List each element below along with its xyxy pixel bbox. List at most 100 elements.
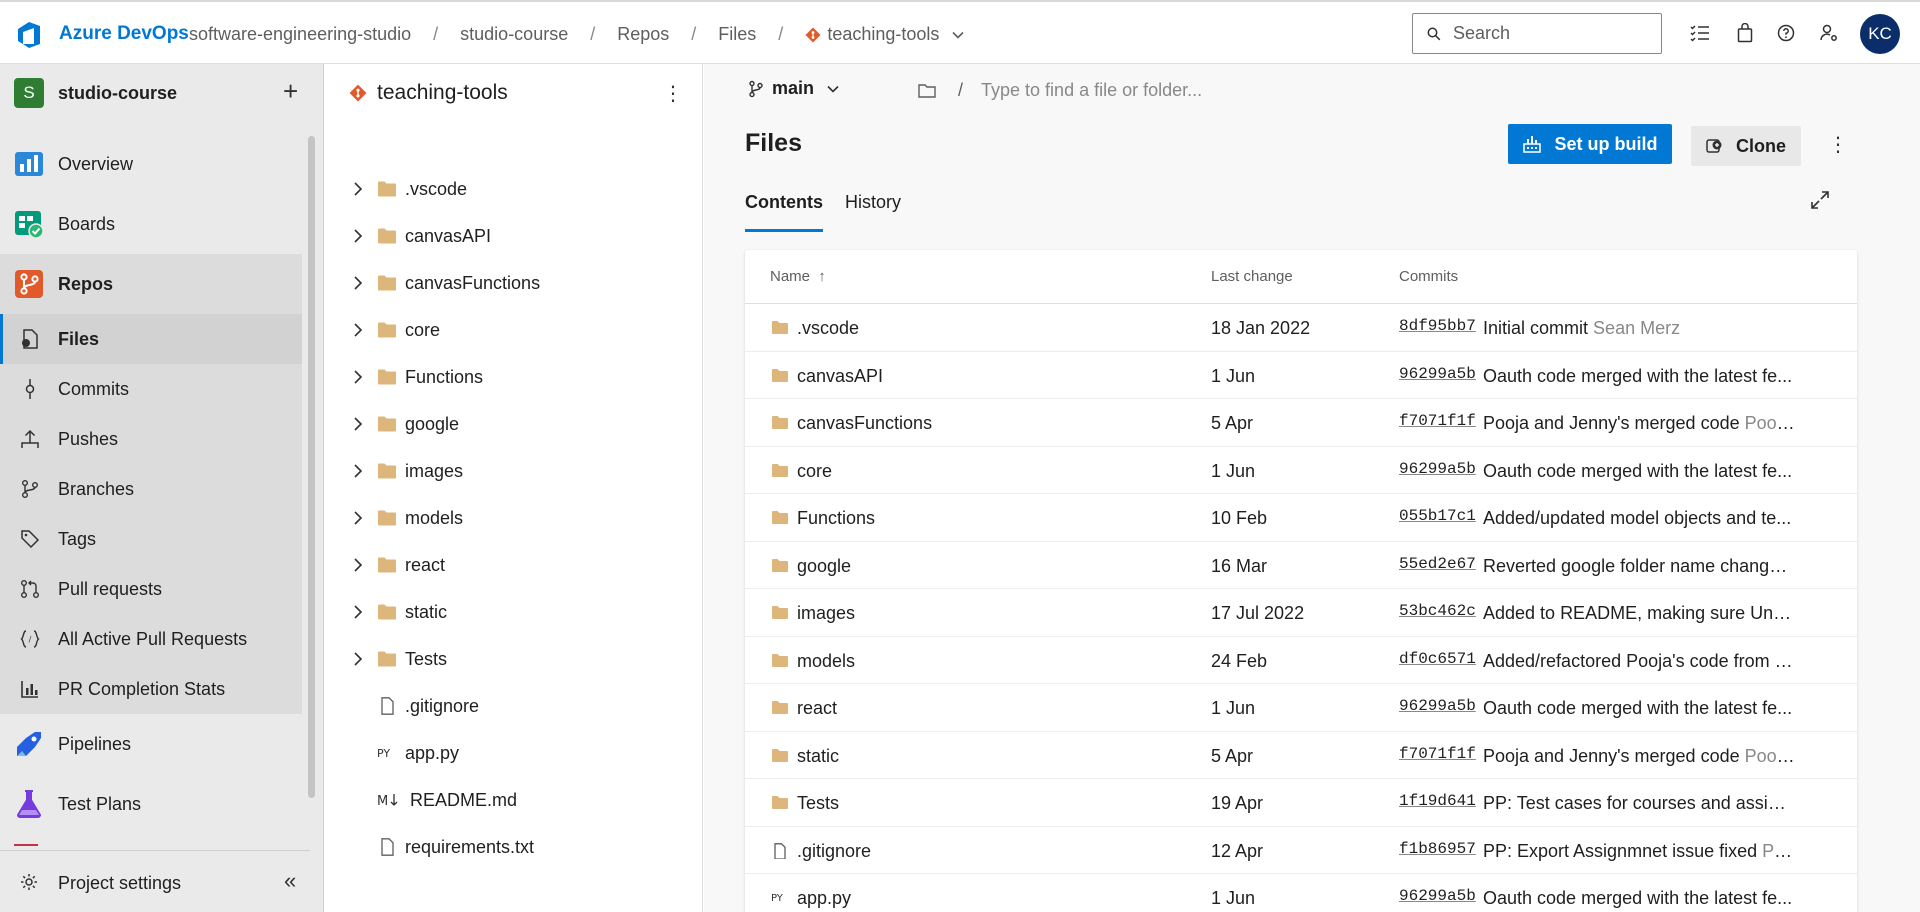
tree-folder-item[interactable]: models <box>325 495 703 542</box>
brand-name[interactable]: Azure DevOps <box>59 23 189 45</box>
tree-folder-item[interactable]: react <box>325 542 703 589</box>
table-row[interactable]: models 24 Feb df0c6571 Added/refactored Poo… <box>745 637 1857 684</box>
chevron-right-icon[interactable] <box>351 416 365 432</box>
commit-summary[interactable]: Oauth code merged with the latest fe... <box>1483 461 1795 482</box>
breadcrumb-org[interactable]: software-engineering-studio <box>189 24 411 45</box>
project-settings[interactable]: Project settings « <box>0 850 310 912</box>
tree-folder-item[interactable]: images <box>325 448 703 495</box>
search-input[interactable] <box>1453 23 1653 44</box>
clone-button[interactable]: Clone <box>1691 126 1801 166</box>
table-row[interactable]: google 16 Mar 55ed2e67 Reverted google fold… <box>745 542 1857 589</box>
table-row[interactable]: canvasFunctions 5 Apr f7071f1f Pooja and Je… <box>745 399 1857 447</box>
tree-folder-item[interactable]: core <box>325 307 703 354</box>
nav-item-pull-requests[interactable]: Pull requests <box>0 564 302 614</box>
chevron-right-icon[interactable] <box>351 181 365 197</box>
chevron-right-icon[interactable] <box>351 604 365 620</box>
column-header-commits[interactable]: Commits <box>1399 268 1458 285</box>
nav-item-test-plans[interactable]: Test Plans <box>0 774 302 834</box>
more-options-icon[interactable]: ⋮ <box>663 81 683 106</box>
commit-summary[interactable]: PP: Test cases for courses and assignm..… <box>1483 793 1795 814</box>
nav-item-boards[interactable]: Boards <box>0 194 302 254</box>
commit-summary[interactable]: Pooja and Jenny's merged code Pooja... <box>1483 746 1795 767</box>
table-row[interactable]: Tests 19 Apr 1f19d641 PP: Test cases for co… <box>745 779 1857 827</box>
commit-hash-link[interactable]: 96299a5b <box>1399 460 1476 478</box>
commit-hash-link[interactable]: f1b86957 <box>1399 840 1476 858</box>
user-settings-icon[interactable] <box>1818 22 1840 44</box>
chevron-right-icon[interactable] <box>351 463 365 479</box>
nav-item-pr-completion-stats[interactable]: PR Completion Stats <box>0 664 302 714</box>
chevron-right-icon[interactable] <box>351 369 365 385</box>
tree-folder-item[interactable]: static <box>325 589 703 636</box>
column-header-last-change[interactable]: Last change <box>1211 268 1293 285</box>
breadcrumb-project[interactable]: studio-course <box>460 24 568 45</box>
commit-hash-link[interactable]: 96299a5b <box>1399 697 1476 715</box>
file-path-input[interactable] <box>981 80 1282 101</box>
file-name-link[interactable]: canvasAPI <box>797 366 883 387</box>
tree-file-item[interactable]: .gitignore <box>325 683 703 730</box>
tab-history[interactable]: History <box>845 192 901 232</box>
file-name-link[interactable]: core <box>797 461 832 482</box>
commit-hash-link[interactable]: 53bc462c <box>1399 602 1476 620</box>
commit-summary[interactable]: Oauth code merged with the latest fe... <box>1483 366 1795 387</box>
file-name-link[interactable]: Tests <box>797 793 839 814</box>
table-row[interactable]: .vscode 18 Jan 2022 8df95bb7 Initial commit… <box>745 304 1857 352</box>
commit-summary[interactable]: Reverted google folder name change ... <box>1483 556 1795 577</box>
nav-item-files[interactable]: Files <box>0 314 302 364</box>
azure-devops-logo-icon[interactable] <box>14 20 44 50</box>
tree-file-item[interactable]: M README.md <box>325 777 703 824</box>
commit-summary[interactable]: Added/refactored Pooja's code from F... <box>1483 651 1795 672</box>
commit-summary[interactable]: PP: Export Assignmnet issue fixed Poo... <box>1483 841 1795 862</box>
folder-outline-icon[interactable] <box>918 83 936 98</box>
shopping-bag-icon[interactable] <box>1734 22 1756 44</box>
nav-item-repos[interactable]: Repos <box>0 254 302 314</box>
commit-summary[interactable]: Oauth code merged with the latest fe... <box>1483 888 1795 909</box>
file-name-link[interactable]: react <box>797 698 837 719</box>
nav-item-commits[interactable]: Commits <box>0 364 302 414</box>
tree-file-item[interactable]: requirements.txt <box>325 824 703 871</box>
nav-item-tags[interactable]: Tags <box>0 514 302 564</box>
search-box[interactable] <box>1412 13 1662 54</box>
file-name-link[interactable]: canvasFunctions <box>797 413 932 434</box>
commit-summary[interactable]: Initial commit Sean Merz <box>1483 318 1795 339</box>
file-name-link[interactable]: images <box>797 603 855 624</box>
set-up-build-button[interactable]: Set up build <box>1508 124 1672 164</box>
table-row[interactable]: core 1 Jun 96299a5b Oauth code merged with … <box>745 447 1857 494</box>
tab-contents[interactable]: Contents <box>745 192 823 232</box>
expand-icon[interactable] <box>1810 190 1830 210</box>
file-name-link[interactable]: static <box>797 746 839 767</box>
chevron-right-icon[interactable] <box>351 322 365 338</box>
tree-folder-item[interactable]: Tests <box>325 636 703 683</box>
tree-folder-item[interactable]: google <box>325 401 703 448</box>
tree-file-item[interactable]: PY app.py <box>325 730 703 777</box>
repo-title[interactable]: teaching-tools <box>377 81 508 105</box>
file-name-link[interactable]: .vscode <box>797 318 859 339</box>
table-row[interactable]: static 5 Apr f7071f1f Pooja and Jenny's mer… <box>745 732 1857 779</box>
breadcrumb-files[interactable]: Files <box>718 24 756 45</box>
tree-folder-item[interactable]: .vscode <box>325 166 703 213</box>
commit-hash-link[interactable]: 96299a5b <box>1399 365 1476 383</box>
column-header-name[interactable]: Name ↑ <box>770 268 826 285</box>
breadcrumb-repos[interactable]: Repos <box>617 24 669 45</box>
add-icon[interactable]: + <box>283 77 298 105</box>
table-row[interactable]: react 1 Jun 96299a5b Oauth code merged with… <box>745 684 1857 732</box>
sidebar-scrollbar[interactable] <box>308 136 315 798</box>
table-row[interactable]: images 17 Jul 2022 53bc462c Added to README… <box>745 589 1857 637</box>
table-row[interactable]: Functions 10 Feb 055b17c1 Added/updated mod… <box>745 494 1857 542</box>
chevron-down-icon[interactable] <box>951 28 965 42</box>
commit-hash-link[interactable]: 55ed2e67 <box>1399 555 1476 573</box>
nav-item-overview[interactable]: Overview <box>0 134 302 194</box>
branch-selector[interactable]: main <box>748 78 840 99</box>
chevron-right-icon[interactable] <box>351 510 365 526</box>
file-name-link[interactable]: app.py <box>797 888 851 909</box>
nav-item-pushes[interactable]: Pushes <box>0 414 302 464</box>
commit-hash-link[interactable]: 96299a5b <box>1399 887 1476 905</box>
file-name-link[interactable]: .gitignore <box>797 841 871 862</box>
commit-hash-link[interactable]: df0c6571 <box>1399 650 1476 668</box>
tree-folder-item[interactable]: Functions <box>325 354 703 401</box>
table-row[interactable]: canvasAPI 1 Jun 96299a5b Oauth code merged … <box>745 352 1857 399</box>
commit-summary[interactable]: Oauth code merged with the latest fe... <box>1483 698 1795 719</box>
commit-summary[interactable]: Pooja and Jenny's merged code Pooja... <box>1483 413 1795 434</box>
breadcrumb-repo[interactable]: teaching-tools <box>827 24 939 45</box>
more-options-icon[interactable]: ⋮ <box>1828 132 1848 157</box>
project-name[interactable]: studio-course <box>58 83 177 104</box>
